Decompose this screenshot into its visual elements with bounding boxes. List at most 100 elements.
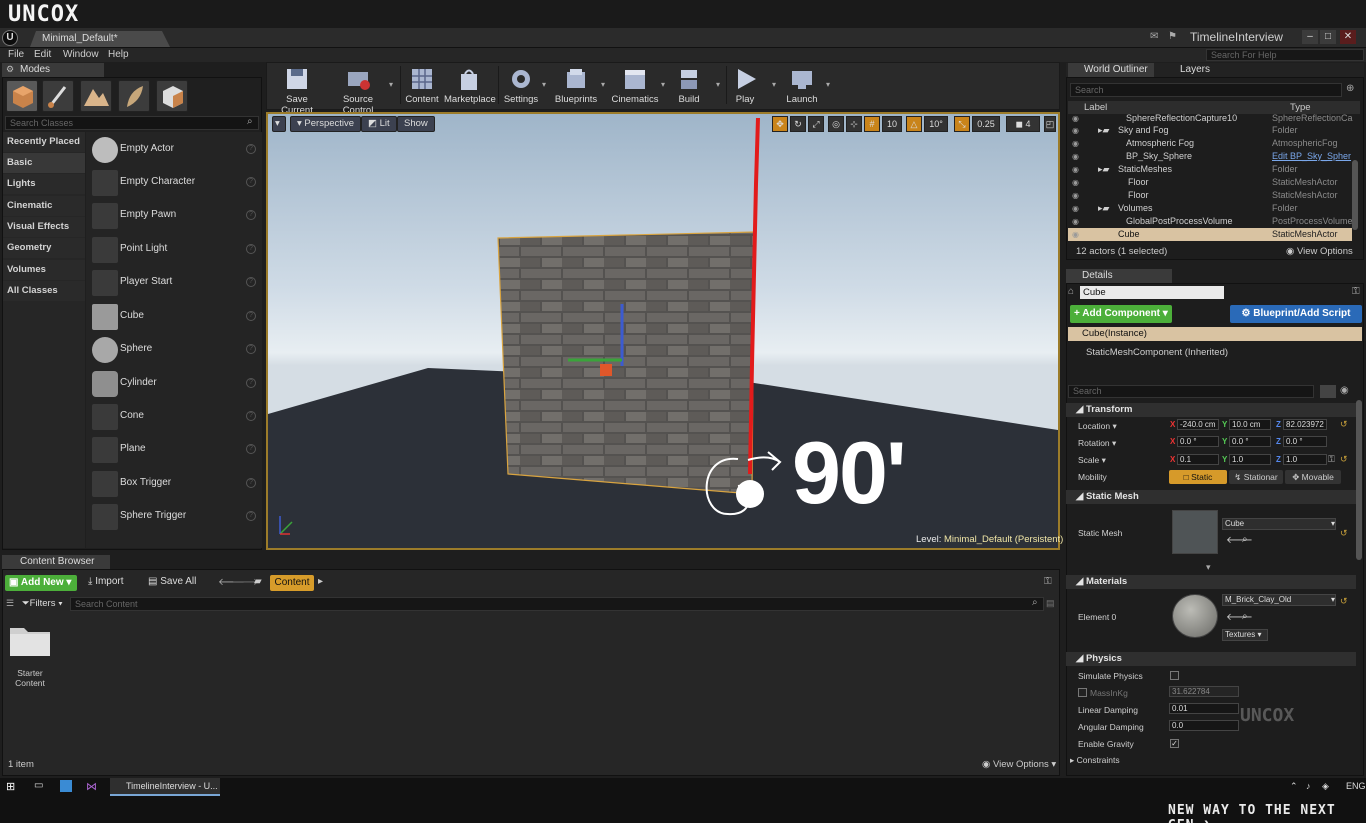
class-item-empty-pawn[interactable]: Empty Pawn? bbox=[88, 200, 260, 232]
outliner-row[interactable]: ◉ Atmospheric Fog AtmosphericFog bbox=[1068, 137, 1352, 150]
play-button[interactable]: Play bbox=[730, 64, 760, 106]
volume-icon[interactable]: ♪ bbox=[1306, 781, 1311, 791]
help-icon[interactable]: ? bbox=[246, 210, 256, 220]
tab-world-outliner[interactable]: World Outliner bbox=[1068, 63, 1154, 77]
grid-view-icon[interactable] bbox=[1320, 385, 1336, 398]
rotation-snap-value[interactable]: 10° bbox=[924, 116, 948, 132]
category-geometry[interactable]: Geometry bbox=[3, 238, 85, 258]
outliner-row[interactable]: ◉ ▸▰ Sky and Fog Folder bbox=[1068, 124, 1352, 137]
help-icon[interactable]: ? bbox=[246, 378, 256, 388]
constraints-row[interactable]: ▸ Constraints bbox=[1070, 755, 1120, 766]
import-button[interactable]: ⤓ Import bbox=[88, 576, 124, 587]
geometry-mode-button[interactable] bbox=[156, 80, 188, 112]
use-selected-arrow-icon[interactable]: 🡐 bbox=[1226, 611, 1253, 623]
play-dropdown[interactable]: ▾ bbox=[772, 80, 780, 89]
breadcrumb-arrow-icon[interactable]: ▸ bbox=[318, 576, 323, 587]
scale-y-field[interactable]: 1.0 bbox=[1229, 454, 1271, 465]
class-item-plane[interactable]: Plane? bbox=[88, 434, 260, 466]
static-mesh-picker[interactable]: Cube ▾ bbox=[1222, 518, 1336, 530]
reset-icon[interactable]: ↺ bbox=[1340, 419, 1348, 430]
show-button[interactable]: Show bbox=[397, 116, 435, 132]
pin-icon[interactable]: ⚑ bbox=[1168, 31, 1177, 42]
network-icon[interactable]: ◈ bbox=[1322, 781, 1329, 792]
component-row[interactable]: StaticMeshComponent (Inherited) bbox=[1086, 347, 1228, 358]
world-space-icon[interactable]: ◎ bbox=[828, 116, 844, 132]
grid-snap-icon[interactable]: # bbox=[864, 116, 880, 132]
settings-dropdown[interactable]: ▾ bbox=[542, 80, 550, 89]
class-item-point-light[interactable]: Point Light? bbox=[88, 234, 260, 266]
browse-icon[interactable]: ⌕ bbox=[1242, 534, 1248, 545]
menu-window[interactable]: Window bbox=[63, 48, 99, 61]
outliner-search-input[interactable]: Search bbox=[1070, 83, 1342, 97]
lock-icon[interactable]: ⚿ bbox=[1328, 454, 1335, 465]
reset-icon[interactable]: ↺ bbox=[1340, 528, 1348, 539]
help-icon[interactable]: ? bbox=[246, 344, 256, 354]
enable-gravity-checkbox[interactable]: ✓ bbox=[1170, 739, 1179, 748]
marketplace-button[interactable]: Marketplace bbox=[444, 64, 496, 106]
location-y-field[interactable]: 10.0 cm bbox=[1229, 419, 1271, 430]
component-instance-row[interactable]: Cube(Instance) bbox=[1068, 327, 1362, 341]
help-icon[interactable]: ? bbox=[246, 144, 256, 154]
section-static-mesh[interactable]: ◢ Static Mesh bbox=[1066, 490, 1356, 504]
maximize-viewport-icon[interactable]: ◰ bbox=[1044, 116, 1056, 132]
place-mode-button[interactable] bbox=[6, 80, 38, 112]
save-all-button[interactable]: ▤ Save All bbox=[148, 576, 196, 587]
settings-button[interactable]: Settings bbox=[502, 64, 540, 106]
menu-edit[interactable]: Edit bbox=[34, 48, 51, 61]
level-viewport[interactable] bbox=[266, 112, 1060, 550]
section-physics[interactable]: ◢ Physics bbox=[1066, 652, 1356, 666]
class-item-empty-actor[interactable]: Empty Actor? bbox=[88, 134, 260, 166]
linear-damping-field[interactable]: 0.01 bbox=[1169, 703, 1239, 714]
history-icon[interactable]: ▤ bbox=[1046, 598, 1055, 609]
category-visual-effects[interactable]: Visual Effects bbox=[3, 217, 85, 237]
tab-content-browser[interactable]: Content Browser bbox=[2, 555, 110, 569]
category-lights[interactable]: Lights bbox=[3, 174, 85, 194]
blueprint-add-script-button[interactable]: ⚙ Blueprint/Add Script bbox=[1230, 305, 1362, 323]
rotate-tool-icon[interactable]: ↻ bbox=[790, 116, 806, 132]
help-icon[interactable]: ? bbox=[246, 444, 256, 454]
visibility-eye-icon[interactable]: ◉ bbox=[1072, 176, 1079, 189]
details-search-input[interactable]: Search bbox=[1068, 385, 1314, 398]
location-label[interactable]: Location ▾ bbox=[1078, 421, 1117, 432]
help-icon[interactable]: ? bbox=[246, 478, 256, 488]
viewport-options-dropdown[interactable]: ▾ bbox=[272, 116, 286, 132]
help-icon[interactable]: ? bbox=[246, 511, 256, 521]
expand-arrow-icon[interactable]: ▾ bbox=[1206, 562, 1211, 573]
category-cinematic[interactable]: Cinematic bbox=[3, 196, 85, 216]
content-button[interactable]: Content bbox=[404, 64, 440, 106]
blueprints-button[interactable]: Blueprints bbox=[552, 64, 600, 106]
help-icon[interactable]: ? bbox=[246, 177, 256, 187]
mobility-movable-button[interactable]: ✥ Movable bbox=[1285, 470, 1341, 484]
close-button[interactable]: ✕ bbox=[1340, 30, 1356, 44]
rotation-label[interactable]: Rotation ▾ bbox=[1078, 438, 1116, 449]
visibility-eye-icon[interactable]: ◉ bbox=[1072, 150, 1079, 163]
category-basic[interactable]: Basic bbox=[3, 153, 85, 173]
search-help-input[interactable]: Search For Help bbox=[1206, 49, 1364, 61]
landscape-mode-button[interactable] bbox=[80, 80, 112, 112]
class-item-empty-character[interactable]: Empty Character? bbox=[88, 167, 260, 199]
category-volumes[interactable]: Volumes bbox=[3, 260, 85, 280]
outliner-row[interactable]: ◉ BP_Sky_Sphere Edit BP_Sky_Spher bbox=[1068, 150, 1352, 163]
textures-button[interactable]: Textures ▾ bbox=[1222, 629, 1268, 641]
outliner-row-selected[interactable]: ◉ Cube StaticMeshActor bbox=[1068, 228, 1352, 241]
outliner-add-icon[interactable]: ⊕ bbox=[1346, 83, 1354, 94]
mass-field[interactable]: 31.622784 bbox=[1169, 686, 1239, 697]
windows-start-icon[interactable]: ⊞ bbox=[6, 780, 15, 793]
build-dropdown[interactable]: ▾ bbox=[716, 80, 724, 89]
build-button[interactable]: Build bbox=[672, 64, 706, 106]
launch-button[interactable]: Launch bbox=[784, 64, 820, 106]
outliner-row[interactable]: ◉ ▸▰ Volumes Folder bbox=[1068, 202, 1352, 215]
source-control-dropdown[interactable]: ▾ bbox=[389, 80, 397, 89]
rotation-z-field[interactable]: 0.0 ° bbox=[1283, 436, 1327, 447]
scale-z-field[interactable]: 1.0 bbox=[1283, 454, 1327, 465]
launch-dropdown[interactable]: ▾ bbox=[826, 80, 834, 89]
document-tab[interactable]: Minimal_Default* bbox=[30, 31, 170, 47]
tab-details[interactable]: Details bbox=[1066, 269, 1172, 283]
language-indicator[interactable]: ENG bbox=[1346, 781, 1366, 791]
reset-icon[interactable]: ↺ bbox=[1340, 454, 1348, 465]
maximize-button[interactable]: □ bbox=[1320, 30, 1336, 44]
cinematics-dropdown[interactable]: ▾ bbox=[661, 80, 669, 89]
visibility-eye-icon[interactable]: ◉ bbox=[1072, 202, 1079, 215]
minimize-button[interactable]: – bbox=[1302, 30, 1318, 44]
camera-speed-button[interactable]: ◼ 4 bbox=[1006, 116, 1040, 132]
